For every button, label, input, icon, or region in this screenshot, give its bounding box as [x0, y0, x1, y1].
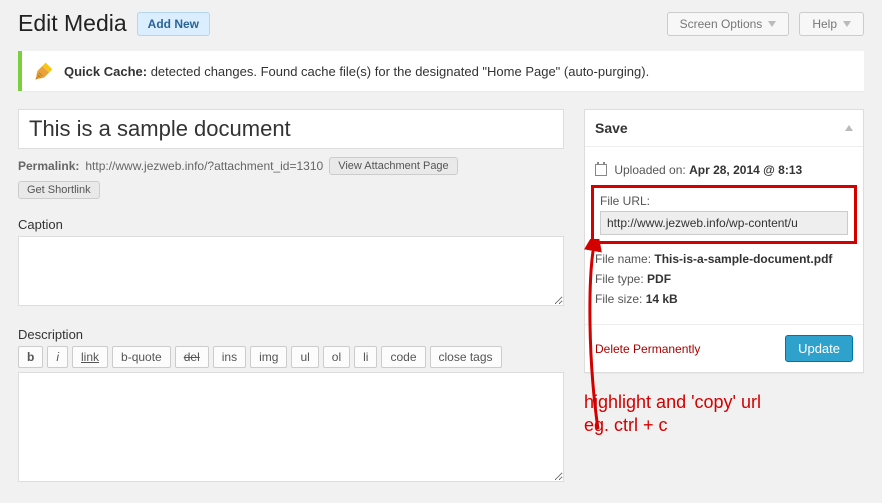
- qt-italic[interactable]: i: [47, 346, 68, 368]
- permalink-label: Permalink:: [18, 159, 79, 173]
- file-name-value: This-is-a-sample-document.pdf: [654, 252, 832, 266]
- qt-close[interactable]: close tags: [430, 346, 502, 368]
- calendar-icon: [595, 164, 607, 176]
- qt-del-label: del: [184, 350, 200, 364]
- qt-bquote[interactable]: b-quote: [112, 346, 171, 368]
- chevron-down-icon: [768, 21, 776, 27]
- qt-ol[interactable]: ol: [323, 346, 350, 368]
- annotation-line1: highlight and 'copy' url: [584, 391, 864, 414]
- file-name-label: File name:: [595, 252, 651, 266]
- qt-img[interactable]: img: [250, 346, 287, 368]
- description-label: Description: [18, 327, 564, 342]
- qt-italic-label: i: [56, 350, 59, 364]
- qt-link[interactable]: link: [72, 346, 108, 368]
- post-title-input[interactable]: [18, 109, 564, 149]
- qt-ul[interactable]: ul: [291, 346, 318, 368]
- annotation-line2: eg. ctrl + c: [584, 414, 864, 437]
- screen-options-button[interactable]: Screen Options: [667, 12, 790, 36]
- file-size-label: File size:: [595, 292, 642, 306]
- broom-icon: [34, 61, 54, 81]
- page-title: Edit Media: [18, 10, 127, 37]
- add-new-button[interactable]: Add New: [137, 12, 210, 36]
- help-button[interactable]: Help: [799, 12, 864, 36]
- qt-link-label: link: [81, 350, 99, 364]
- view-attachment-button[interactable]: View Attachment Page: [329, 157, 457, 175]
- file-type-label: File type:: [595, 272, 644, 286]
- admin-notice: Quick Cache: detected changes. Found cac…: [18, 51, 864, 91]
- annotation-text: highlight and 'copy' url eg. ctrl + c: [584, 391, 864, 438]
- notice-strong: Quick Cache:: [64, 64, 147, 79]
- save-panel-toggle[interactable]: Save: [585, 110, 863, 147]
- qt-bold[interactable]: b: [18, 346, 43, 368]
- description-textarea[interactable]: [18, 372, 564, 482]
- permalink-url: http://www.jezweb.info/?attachment_id=13…: [85, 159, 323, 173]
- notice-text: Quick Cache: detected changes. Found cac…: [64, 64, 649, 79]
- save-panel: Save Uploaded on: Apr 28, 2014 @ 8:13 Fi…: [584, 109, 864, 373]
- uploaded-on-value: Apr 28, 2014 @ 8:13: [689, 163, 802, 177]
- file-url-input[interactable]: [600, 211, 848, 235]
- screen-options-label: Screen Options: [680, 17, 763, 31]
- chevron-down-icon: [843, 21, 851, 27]
- qt-ins[interactable]: ins: [213, 346, 246, 368]
- qt-li[interactable]: li: [354, 346, 377, 368]
- file-url-label: File URL:: [600, 194, 848, 208]
- caption-textarea[interactable]: [18, 236, 564, 306]
- file-size-value: 14 kB: [646, 292, 678, 306]
- update-button[interactable]: Update: [785, 335, 853, 362]
- notice-body: detected changes. Found cache file(s) fo…: [147, 64, 649, 79]
- caption-label: Caption: [18, 217, 564, 232]
- qt-code[interactable]: code: [381, 346, 425, 368]
- chevron-up-icon: [845, 125, 853, 131]
- qt-del[interactable]: del: [175, 346, 209, 368]
- uploaded-on-label: Uploaded on:: [614, 163, 685, 177]
- get-shortlink-button[interactable]: Get Shortlink: [18, 181, 100, 199]
- file-url-highlight: File URL:: [591, 185, 857, 244]
- file-type-value: PDF: [647, 272, 671, 286]
- quicktags-toolbar: b i link b-quote del ins img ul ol li co…: [18, 346, 564, 368]
- help-label: Help: [812, 17, 837, 31]
- qt-bold-label: b: [27, 350, 34, 364]
- save-heading: Save: [595, 120, 628, 136]
- delete-permanently-link[interactable]: Delete Permanently: [595, 342, 700, 356]
